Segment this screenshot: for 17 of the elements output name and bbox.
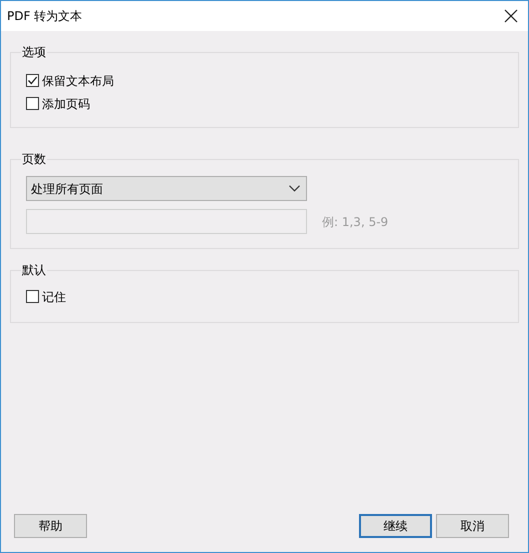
checkbox-label[interactable]: 添加页码 bbox=[42, 94, 90, 112]
window-title: PDF 转为文本 bbox=[7, 8, 82, 25]
checkbox[interactable] bbox=[26, 74, 39, 87]
page-range-dropdown[interactable]: 处理所有页面 bbox=[26, 176, 307, 201]
group-label: 选项 bbox=[21, 44, 47, 60]
example-hint: 例: 1,3, 5-9 bbox=[322, 214, 388, 230]
group-label: 页数 bbox=[21, 151, 47, 167]
chevron-down-icon bbox=[289, 185, 300, 192]
checkbox[interactable] bbox=[26, 97, 39, 110]
group-label: 默认 bbox=[21, 262, 47, 278]
checkbox-label[interactable]: 记住 bbox=[42, 288, 66, 306]
dialog-button[interactable]: 继续 bbox=[359, 514, 432, 538]
checkbox-label[interactable]: 保留文本布局 bbox=[42, 72, 114, 90]
checkbox[interactable] bbox=[26, 290, 39, 303]
dialog-button[interactable]: 帮助 bbox=[14, 514, 87, 538]
dialog-button[interactable]: 取消 bbox=[436, 514, 509, 538]
close-icon[interactable] bbox=[504, 9, 518, 23]
